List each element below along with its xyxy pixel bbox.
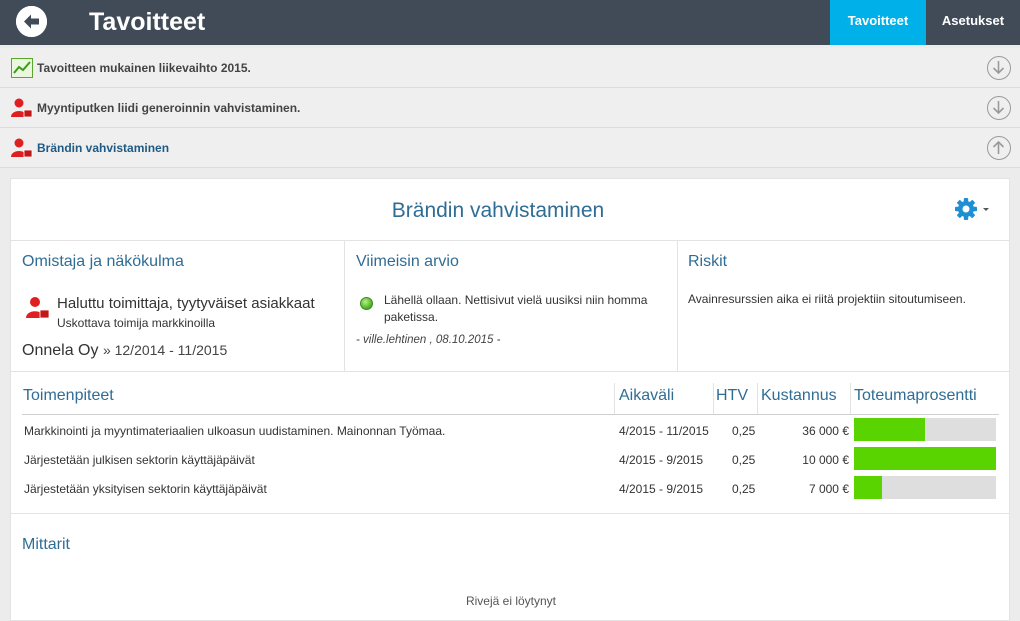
risks-text: Avainresurssien aika ei riitä projektiin… [688,292,966,306]
gear-icon [955,198,989,220]
column-header-aikavali: Aikaväli [619,387,675,404]
status-indicator [360,297,373,310]
header-underline [22,414,999,415]
arrow-down-icon [992,101,1005,115]
action-htv: 0,25 [732,482,756,496]
progress-bar-fill [854,418,925,441]
owner-period: » 12/2014 - 11/2015 [102,342,228,358]
review-text: Lähellä ollaan. Nettisivut vielä uusiksi… [384,293,648,324]
action-period: 4/2015 - 9/2015 [619,453,704,467]
column-separator [850,383,851,415]
column-header-toimenpiteet: Toimenpiteet [23,387,114,404]
top-bar: Tavoitteet Tavoitteet Asetukset [0,0,1020,45]
action-period: 4/2015 - 9/2015 [619,482,704,496]
action-cost: 36 000 € [802,424,849,438]
arrow-down-icon [992,61,1005,75]
divider [11,371,1009,372]
divider [344,240,345,371]
owner-heading: Omistaja ja näkökulma [22,253,184,270]
column-header-htv: HTV [716,387,748,404]
goal-label: Brändin vahvistaminen [37,141,170,155]
progress-bar-fill [854,447,996,470]
column-header-toteumaprosentti: Toteumaprosentti [854,387,977,404]
chart-icon [11,58,33,78]
goal-row-liikevaihto[interactable]: Tavoitteen mukainen liikevaihto 2015. [0,48,1020,88]
goal-row-brandi[interactable]: Brändin vahvistaminen [0,128,1020,168]
owner-subtitle: Uskottava toimija markkinoilla [57,316,216,330]
goal-label: Tavoitteen mukainen liikevaihto 2015. [37,61,251,75]
empty-state-text: Rivejä ei löytynyt [465,594,557,608]
settings-menu-button[interactable] [954,197,994,221]
action-name: Markkinointi ja myyntimateriaalien ulkoa… [24,424,446,438]
action-period: 4/2015 - 11/2015 [619,424,709,438]
collapse-button[interactable] [987,136,1011,160]
person-icon [26,297,50,319]
divider [11,513,1009,514]
page-title: Tavoitteet [89,8,206,36]
action-htv: 0,25 [732,424,756,438]
divider [11,240,1009,241]
risks-heading: Riskit [688,253,728,270]
action-htv: 0,25 [732,453,756,467]
review-heading: Viimeisin arvio [356,253,459,270]
progress-bar [854,476,996,499]
progress-bar [854,447,996,470]
expand-button[interactable] [987,96,1011,120]
review-author: - ville.lehtinen , 08.10.2015 - [356,334,501,346]
tab-asetukset[interactable]: Asetukset [926,0,1020,45]
action-name: Järjestetään yksityisen sektorin käyttäj… [24,482,267,496]
action-name: Järjestetään julkisen sektorin käyttäjäp… [24,453,255,467]
column-header-kustannus: Kustannus [761,387,837,404]
owner-company-line: Onnela Oy » 12/2014 - 11/2015 [22,342,227,360]
back-button[interactable] [16,6,47,37]
arrow-up-icon [992,140,1005,154]
progress-bar [854,418,996,441]
goal-detail-panel: Brändin vahvistaminen Omistaja ja näköku… [10,178,1010,621]
goal-label: Myyntiputken liidi generoinnin vahvistam… [37,101,301,115]
progress-bar-fill [854,476,883,499]
back-arrow-icon [16,6,47,37]
person-icon [11,138,33,158]
column-separator [757,383,758,415]
owner-perspective: Haluttu toimittaja, tyytyväiset asiakkaa… [57,295,315,312]
detail-title: Brändin vahvistaminen [391,199,605,222]
divider [677,240,678,371]
metrics-heading: Mittarit [22,536,70,553]
column-separator [614,383,615,415]
action-cost: 10 000 € [802,453,849,467]
column-separator [713,383,714,415]
owner-company: Onnela Oy [22,342,99,359]
tab-tavoitteet[interactable]: Tavoitteet [830,0,926,45]
expand-button[interactable] [987,56,1011,80]
person-icon [11,98,33,118]
action-cost: 7 000 € [808,482,849,496]
goal-row-myyntiputki[interactable]: Myyntiputken liidi generoinnin vahvistam… [0,88,1020,128]
